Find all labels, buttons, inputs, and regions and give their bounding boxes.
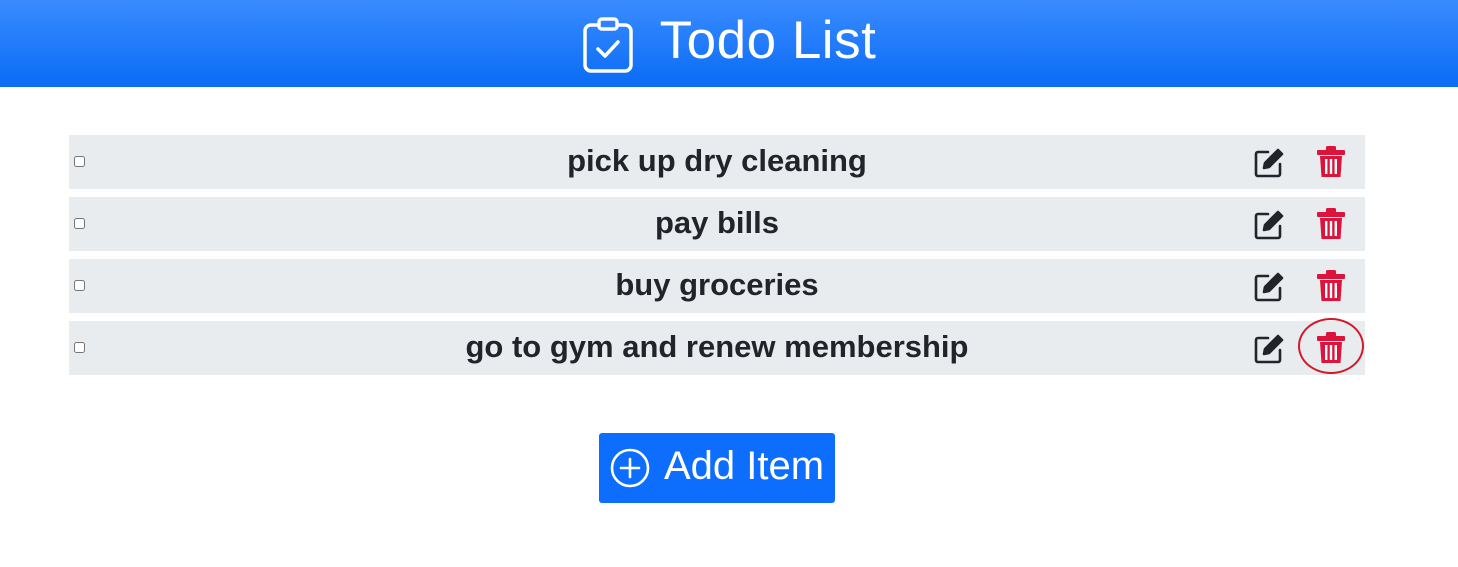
todo-list: pick up dry cleaning pay bills buy groce…	[69, 135, 1365, 383]
delete-button[interactable]	[1315, 270, 1347, 302]
clipboard-check-icon	[582, 15, 634, 75]
todo-item: pick up dry cleaning	[69, 135, 1365, 189]
page-title: Todo List	[659, 11, 877, 70]
trash-icon	[1317, 332, 1345, 363]
delete-button[interactable]	[1315, 208, 1347, 240]
trash-icon	[1317, 270, 1345, 301]
edit-button[interactable]	[1253, 147, 1285, 179]
delete-button[interactable]	[1315, 332, 1347, 364]
todo-text: pay bills	[654, 205, 780, 240]
trash-icon	[1317, 146, 1345, 177]
todo-checkbox[interactable]	[74, 280, 85, 291]
trash-icon	[1317, 208, 1345, 239]
add-item-label: Add Item	[663, 444, 825, 488]
todo-checkbox[interactable]	[74, 156, 85, 167]
todo-checkbox[interactable]	[74, 342, 85, 353]
pencil-square-icon	[1254, 148, 1284, 178]
app-header: Todo List	[0, 0, 1458, 87]
todo-item: buy groceries	[69, 259, 1365, 313]
pencil-square-icon	[1254, 210, 1284, 240]
add-item-button[interactable]: Add Item	[599, 433, 835, 503]
pencil-square-icon	[1254, 334, 1284, 364]
todo-item: pay bills	[69, 197, 1365, 251]
edit-button[interactable]	[1253, 271, 1285, 303]
edit-button[interactable]	[1253, 209, 1285, 241]
plus-circle-icon	[610, 448, 650, 488]
todo-text: buy groceries	[615, 267, 819, 302]
edit-button[interactable]	[1253, 333, 1285, 365]
todo-item: go to gym and renew membership	[69, 318, 1365, 375]
todo-checkbox[interactable]	[74, 218, 85, 229]
todo-text: pick up dry cleaning	[567, 143, 867, 178]
todo-text: go to gym and renew membership	[465, 329, 969, 364]
pencil-square-icon	[1254, 272, 1284, 302]
delete-button[interactable]	[1315, 146, 1347, 178]
